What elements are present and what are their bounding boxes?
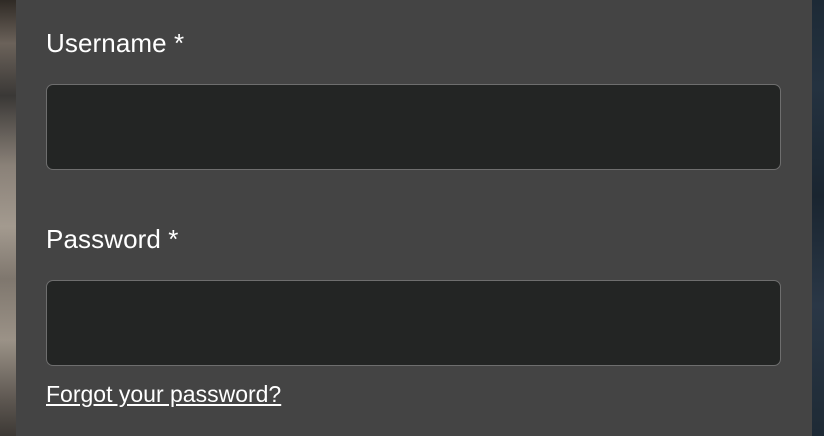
background-photo-right xyxy=(812,0,824,436)
forgot-password-link[interactable]: Forgot your password? xyxy=(46,380,281,408)
password-input[interactable] xyxy=(46,280,781,366)
login-panel: Username * Password * Forgot your passwo… xyxy=(16,0,812,436)
username-input[interactable] xyxy=(46,84,781,170)
password-label: Password * xyxy=(46,224,179,254)
background-photo-left xyxy=(0,0,16,436)
login-screen: Username * Password * Forgot your passwo… xyxy=(0,0,824,436)
username-label: Username * xyxy=(46,28,185,58)
